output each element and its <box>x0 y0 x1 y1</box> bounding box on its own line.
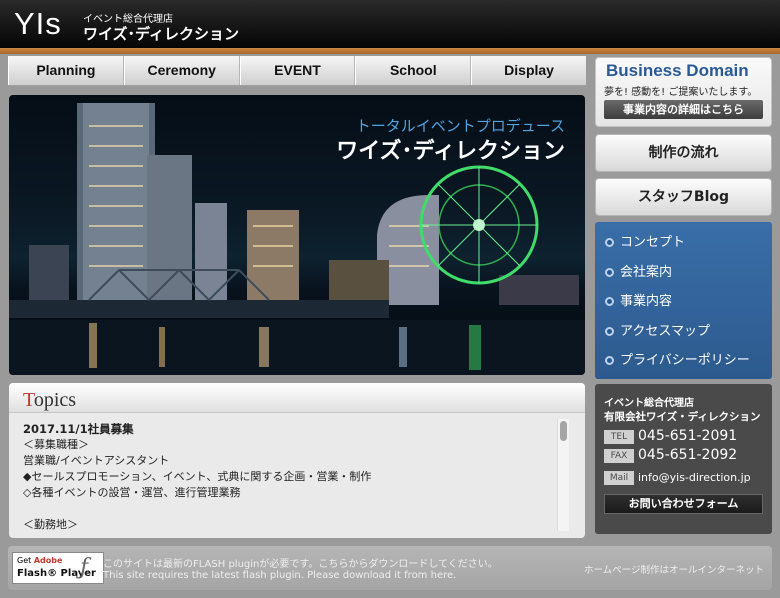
hero-title: ワイズ･ディレクション <box>336 139 565 164</box>
fax-label: FAX <box>604 449 634 463</box>
sidebar-item-label: プライバシーポリシー <box>620 353 750 368</box>
staff-blog-button[interactable]: スタッフBlog <box>595 178 772 216</box>
sidebar-item-label: アクセスマップ <box>620 323 710 339</box>
contact-company: 有限会社ワイズ・ディレクション <box>604 411 761 423</box>
flash-adobe-label: Adobe <box>33 556 63 565</box>
topics-title: Topics <box>23 389 76 412</box>
sidebar-item-privacy[interactable]: プライバシーポリシー <box>595 346 772 376</box>
topics-line: ◇各種イベントの設営・運営、進行管理業務 <box>23 486 241 499</box>
topics-line-date: 2017.11/1社員募集 <box>23 422 134 436</box>
sidebar-item-company[interactable]: 会社案内 <box>595 258 772 288</box>
main-nav: Planning Ceremony EVENT School Display <box>8 56 586 86</box>
business-details-button[interactable]: 事業内容の詳細はこちら <box>604 100 763 119</box>
topics-line <box>23 501 553 517</box>
sidebar-item-label: 事業内容 <box>620 294 673 309</box>
flash-get-label: Get <box>17 556 32 565</box>
flash-notice-jp[interactable]: このサイトは最新のFLASH pluginが必要です。こちらからダウンロードして… <box>103 555 498 570</box>
site-logo[interactable]: YIs <box>14 6 62 42</box>
mail-label: Mail <box>604 471 634 485</box>
bullet-icon <box>605 356 614 365</box>
topics-scrollbar[interactable] <box>557 419 569 531</box>
contact-tagline: イベント総合代理店 <box>604 398 694 409</box>
footer-credit[interactable]: ホームページ制作はオールインターネット <box>584 562 764 576</box>
sidebar-item-business[interactable]: 事業内容 <box>595 287 772 317</box>
contact-mail-row: Mail info@yis-direction.jp <box>604 469 751 485</box>
site-header: YIs イベント総合代理店 ワイズ･ディレクション <box>0 0 780 48</box>
bullet-icon <box>605 238 614 247</box>
topics-content: 2017.11/1社員募集 ＜募集職種＞ 営業職/イベントアシスタント ◆セール… <box>23 421 553 533</box>
topics-line: ◆セールスプロモーション、イベント、式典に関する企画・営業・制作 <box>23 470 372 483</box>
sidebar-item-concept[interactable]: コンセプト <box>595 228 772 258</box>
contact-tel-row: TEL 045-651-2091 <box>604 428 737 444</box>
site-footer: Get Adobe Flash® Player ƒ このサイトは最新のFLASH… <box>8 546 772 590</box>
business-domain-box: Business Domain 夢を! 感動を! ご提案いたします。 事業内容の… <box>595 57 772 127</box>
business-domain-subtitle: 夢を! 感動を! ご提案いたします。 <box>604 87 758 98</box>
get-flash-player-badge[interactable]: Get Adobe Flash® Player ƒ <box>12 552 104 584</box>
topics-panel: Topics 2017.11/1社員募集 ＜募集職種＞ 営業職/イベントアシスタ… <box>9 383 585 538</box>
bullet-icon <box>605 297 614 306</box>
topics-line: ＜募集職種＞ <box>23 438 89 451</box>
tel-number: 045-651-2091 <box>638 428 738 444</box>
sidebar-item-label: コンセプト <box>620 235 686 250</box>
production-flow-button[interactable]: 制作の流れ <box>595 134 772 172</box>
sidebar-item-access[interactable]: アクセスマップ <box>595 317 772 347</box>
nav-tab-planning[interactable]: Planning <box>8 56 124 85</box>
nav-tab-school[interactable]: School <box>355 56 472 85</box>
logo-company-name: ワイズ･ディレクション <box>83 25 240 43</box>
flash-get-text: Get Adobe <box>17 556 62 565</box>
topics-line: 営業職/イベントアシスタント <box>23 454 170 467</box>
topics-title-rest: opics <box>33 389 77 411</box>
topics-scrollbar-thumb[interactable] <box>560 421 567 441</box>
topics-header: Topics <box>9 383 585 413</box>
tel-label: TEL <box>604 430 634 444</box>
bullet-icon <box>605 326 614 336</box>
flash-logo-icon: ƒ <box>80 555 89 580</box>
topics-line: ＜勤務地＞ <box>23 518 78 531</box>
sidebar-item-label: 会社案内 <box>620 264 673 280</box>
sidebar-menu: コンセプト 会社案内 事業内容 アクセスマップ プライバシーポリシー <box>595 222 772 379</box>
hero-image: トータルイベントプロデュース ワイズ･ディレクション <box>9 95 585 375</box>
nav-tab-ceremony[interactable]: Ceremony <box>123 56 240 85</box>
flash-notice-en[interactable]: This site requires the latest flash plug… <box>103 570 456 581</box>
header-accent-line <box>0 48 780 54</box>
contact-box: イベント総合代理店 有限会社ワイズ・ディレクション TEL 045-651-209… <box>595 384 772 534</box>
mail-address[interactable]: info@yis-direction.jp <box>638 471 751 484</box>
contact-fax-row: FAX 045-651-2092 <box>604 447 737 463</box>
business-domain-title: Business Domain <box>606 61 749 80</box>
bullet-icon <box>605 267 614 277</box>
contact-form-button[interactable]: お問い合わせフォーム <box>604 494 763 514</box>
fax-number: 045-651-2092 <box>638 447 738 463</box>
topics-title-initial: T <box>23 389 34 411</box>
nav-tab-display[interactable]: Display <box>471 56 586 85</box>
nav-tab-event[interactable]: EVENT <box>239 56 356 85</box>
